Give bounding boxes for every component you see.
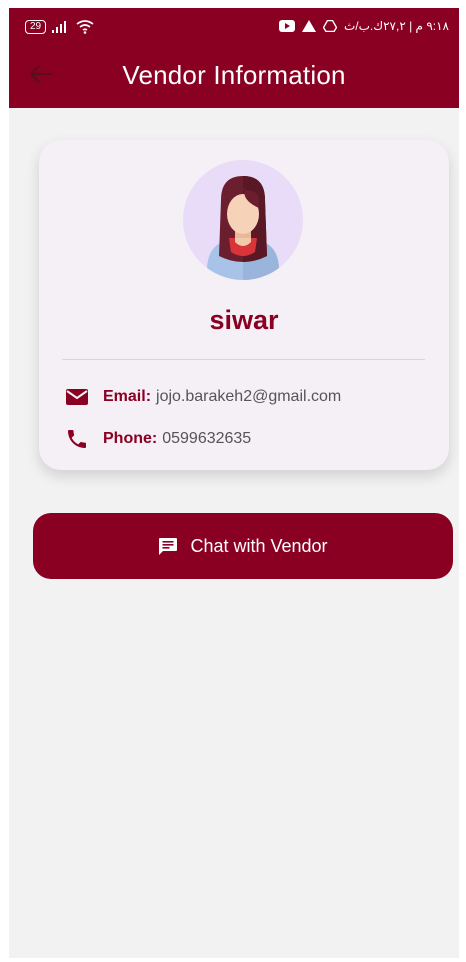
vendor-card: siwar Email: jojo.barakeh2@gmail.com Pho… — [39, 140, 449, 470]
battery-indicator: 29 — [25, 20, 47, 34]
divider — [62, 359, 425, 360]
page-title: Vendor Information — [122, 60, 346, 90]
app-bar: 29 ٩:١٨ م | ٢٧,٢ك.ب/ث Vendor Information — [9, 8, 459, 108]
status-left: 29 — [25, 20, 94, 34]
email-label: Email: — [103, 388, 152, 405]
screen: 29 ٩:١٨ م | ٢٧,٢ك.ب/ث Vendor Information… — [9, 8, 459, 958]
email-icon — [66, 389, 88, 405]
title-row: Vendor Information — [9, 54, 459, 94]
chat-button-label: Chat with Vendor — [190, 535, 328, 556]
avatar — [183, 160, 303, 280]
vendor-name: siwar — [209, 305, 279, 335]
warning-icon — [301, 20, 316, 32]
female-avatar-icon — [207, 176, 279, 280]
signal-icon — [52, 21, 67, 33]
chat-icon — [159, 538, 178, 555]
email-row: Email: jojo.barakeh2@gmail.com — [65, 384, 341, 410]
chat-with-vendor-button[interactable]: Chat with Vendor — [33, 513, 453, 579]
email-value: jojo.barakeh2@gmail.com — [156, 388, 342, 405]
youtube-icon — [278, 20, 295, 32]
status-time: ٩:١٨ م | ٢٧,٢ك.ب/ث — [343, 19, 449, 33]
phone-icon — [68, 430, 86, 448]
status-right: ٩:١٨ م | ٢٧,٢ك.ب/ث — [278, 19, 449, 33]
phone-row: Phone: 0599632635 — [65, 426, 251, 452]
status-bar: 29 ٩:١٨ م | ٢٧,٢ك.ب/ث — [9, 8, 459, 48]
phone-label: Phone: — [103, 430, 158, 447]
wifi-icon — [76, 20, 94, 34]
drive-icon — [322, 20, 337, 32]
phone-value: 0599632635 — [162, 430, 252, 447]
